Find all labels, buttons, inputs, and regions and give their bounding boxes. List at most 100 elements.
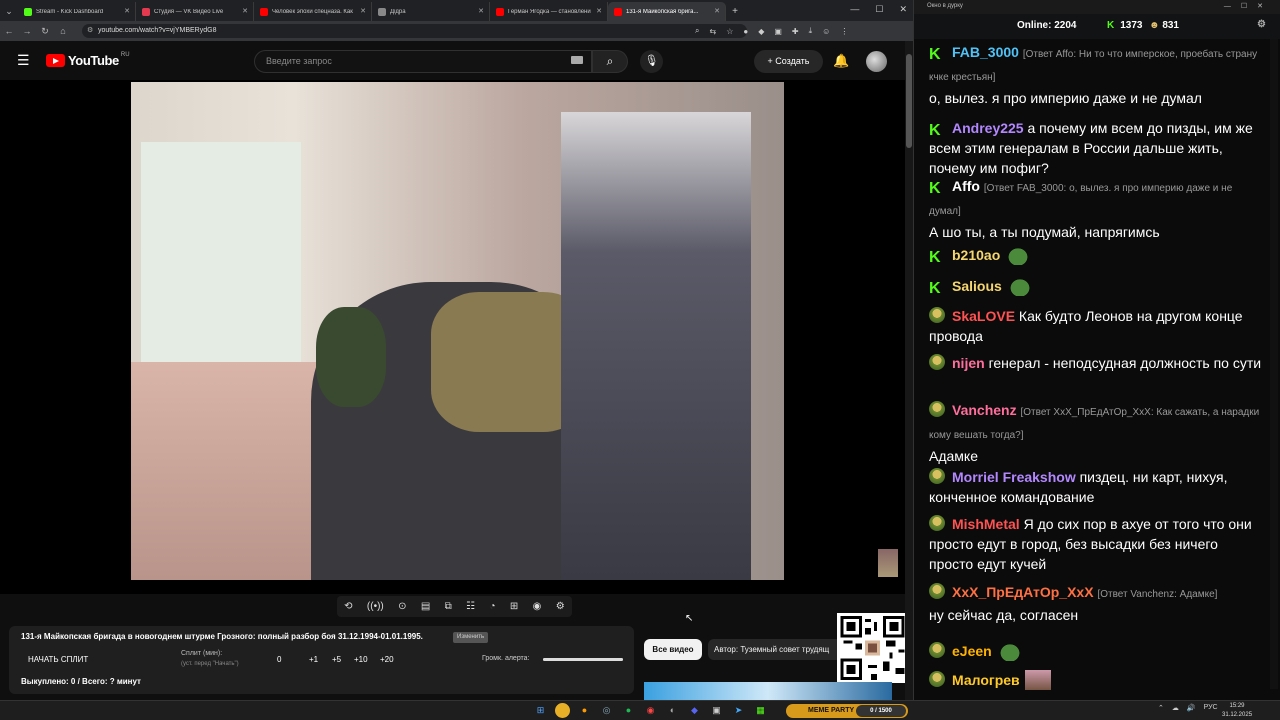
app-icon[interactable]: ▦ — [753, 703, 768, 718]
extension-dot-icon[interactable]: ● — [743, 27, 748, 36]
maximize-icon[interactable]: ☐ — [875, 4, 883, 15]
chat-username[interactable]: Vanchenz — [952, 402, 1017, 418]
menu-dots-icon[interactable]: ⋮ — [840, 27, 848, 36]
download-icon[interactable]: ⤓ — [809, 26, 813, 36]
video-thumbnail[interactable] — [878, 549, 898, 577]
tab-0[interactable]: Stream - Kick Dashboard ✕ — [18, 2, 136, 21]
playlist-icon[interactable]: ☷ — [466, 601, 475, 612]
create-button[interactable]: + Создать — [754, 50, 823, 73]
split-plus-10-button[interactable]: +10 — [354, 655, 368, 664]
clock[interactable]: 15:29 31.12.2025 — [1222, 702, 1252, 720]
edit-tag-button[interactable]: Изменить — [453, 632, 489, 643]
bookmark-star-icon[interactable]: ☆ — [726, 27, 733, 36]
add-icon[interactable]: ⊞ — [510, 601, 518, 612]
back-icon[interactable]: ← — [0, 26, 18, 36]
search-input[interactable]: Введите запрос — [254, 50, 592, 73]
discord-icon[interactable]: ◆ — [687, 703, 702, 718]
forward-icon[interactable]: → — [18, 26, 36, 36]
extension-icon[interactable]: ▣ — [774, 27, 782, 36]
settings-gear-icon[interactable]: ⚙ — [556, 601, 565, 612]
chat-username[interactable]: Morriel Freakshow — [952, 469, 1076, 485]
telegram-icon[interactable]: ➤ — [731, 703, 746, 718]
chat-username[interactable]: Andrey225 — [952, 120, 1024, 136]
keyboard-icon[interactable] — [571, 56, 583, 64]
close-tab-icon[interactable]: ✕ — [124, 7, 130, 15]
video-thumbnail[interactable] — [644, 682, 892, 700]
chat-settings-icon[interactable]: ⚙ — [1257, 19, 1266, 30]
chat-username[interactable]: Affo — [952, 178, 980, 194]
extension-icon[interactable]: ◆ — [758, 27, 764, 36]
network-icon[interactable]: ☁ — [1172, 704, 1179, 712]
translate-icon[interactable]: ⇆ — [709, 27, 716, 36]
tab-4[interactable]: Герман Ягодка — становлени ✕ — [490, 2, 608, 21]
puzzle-icon[interactable]: ✚ — [792, 27, 799, 36]
chat-username[interactable]: nijen — [952, 355, 985, 371]
window-controls[interactable]: —☐✕ — [1224, 2, 1273, 10]
search-lens-icon[interactable]: ⌕ — [695, 26, 699, 36]
tab-2[interactable]: Человек эпохи спецназа. Как ✕ — [254, 2, 372, 21]
page-scrollbar[interactable] — [905, 41, 913, 700]
close-icon[interactable]: ✕ — [899, 4, 907, 15]
scrollbar-thumb[interactable] — [906, 54, 912, 148]
speaker-icon[interactable]: 🔊 — [1187, 704, 1196, 712]
chrome-icon[interactable] — [555, 703, 570, 718]
home-icon[interactable]: ⌂ — [54, 26, 72, 36]
steam-icon[interactable]: ◎ — [599, 703, 614, 718]
tab-1[interactable]: Студия — VK Видео Live ✕ — [136, 2, 254, 21]
resize-icon[interactable]: ⧉ — [445, 601, 452, 612]
obs-icon[interactable]: ◉ — [643, 703, 658, 718]
chat-username[interactable]: FAB_3000 — [952, 44, 1019, 60]
start-split-button[interactable]: НАЧАТЬ СПЛИТ — [28, 655, 88, 664]
close-tab-icon[interactable]: ✕ — [242, 7, 248, 15]
chat-username[interactable]: Малогрев — [952, 672, 1020, 688]
broadcast-icon[interactable]: ((•)) — [367, 601, 384, 612]
tab-3[interactable]: Дідра ✕ — [372, 2, 490, 21]
tab-list-icon[interactable]: ⌄ — [0, 2, 18, 21]
chat-scrollbar[interactable] — [1270, 39, 1278, 689]
voice-search-button[interactable]: 🎙 — [640, 50, 663, 73]
notifications-bell-icon[interactable]: 🔔 — [833, 53, 849, 69]
language-indicator[interactable]: РУС — [1204, 704, 1218, 712]
windows-start-icon[interactable]: ⊞ — [533, 703, 548, 718]
split-plus-20-button[interactable]: +20 — [380, 655, 394, 664]
minimize-icon[interactable]: — — [850, 4, 859, 15]
clapper-icon[interactable]: ▤ — [421, 601, 430, 612]
close-tab-icon[interactable]: ✕ — [714, 7, 720, 15]
camera-icon[interactable]: ◉ — [533, 601, 542, 612]
chat-username[interactable]: SkaLOVE — [952, 308, 1015, 324]
app-icon[interactable]: ◐ — [665, 703, 680, 718]
chat-username[interactable]: eJeen — [952, 643, 992, 659]
video-frame[interactable] — [131, 82, 784, 580]
profile-icon[interactable]: ☺ — [822, 27, 830, 36]
author-chip[interactable]: Автор: Туземный совет трудящ — [708, 639, 842, 660]
tray-chevron-icon[interactable]: ⌃ — [1158, 704, 1164, 712]
chat-username[interactable]: Salious — [952, 278, 1002, 294]
new-tab-button[interactable]: + — [726, 2, 744, 21]
search-button[interactable]: ⌕ — [592, 50, 628, 73]
reload-icon[interactable]: ↻ — [36, 26, 54, 37]
split-plus-5-button[interactable]: +5 — [332, 655, 341, 664]
video-player[interactable] — [0, 80, 907, 594]
close-tab-icon[interactable]: ✕ — [360, 7, 366, 15]
site-info-icon[interactable]: ⚙ — [87, 24, 93, 38]
app-icon[interactable]: ▣ — [709, 703, 724, 718]
all-videos-chip[interactable]: Все видео — [644, 639, 702, 660]
url-field[interactable]: ⚙ youtube.com/watch?v=vjYMBERydG8 — [82, 24, 747, 38]
close-tab-icon[interactable]: ✕ — [478, 7, 484, 15]
chat-username[interactable]: MishMetal — [952, 516, 1020, 532]
avatar[interactable] — [866, 51, 887, 72]
chat-username[interactable]: b210ao — [952, 247, 1000, 263]
spotify-icon[interactable]: ● — [621, 703, 636, 718]
tab-5-active[interactable]: 131-я Майкопская брига... ✕ — [608, 2, 726, 21]
alert-volume-slider[interactable] — [543, 658, 623, 661]
split-plus-1-button[interactable]: +1 — [309, 655, 318, 664]
speed-icon[interactable]: ◔ — [490, 601, 496, 612]
hamburger-menu-icon[interactable]: ☰ — [17, 53, 30, 67]
youtube-logo[interactable]: YouTube RU — [46, 52, 130, 68]
loop-icon[interactable]: ⟲ — [344, 601, 352, 612]
chat-reply-context[interactable]: [Ответ Vanchenz: Адамке] — [1097, 589, 1217, 600]
firefox-icon[interactable]: ● — [577, 703, 592, 718]
meme-party-widget[interactable]: MEME PARTY 0 / 1500 — [786, 704, 908, 718]
chat-username[interactable]: XxX_ПрЕдАтОр_XxX — [952, 584, 1094, 600]
watch-later-icon[interactable]: ⊙ — [398, 601, 406, 612]
